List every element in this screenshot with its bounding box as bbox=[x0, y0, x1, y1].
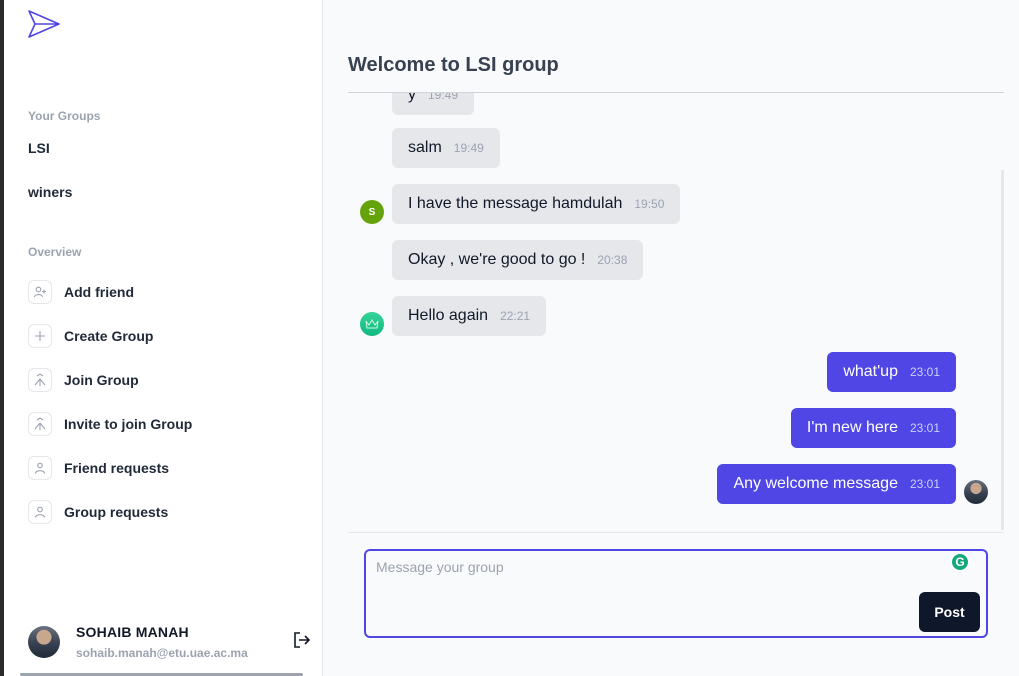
sidebar: Your Groups LSI winers Overview Add frie… bbox=[4, 0, 323, 676]
message-bubble-own: I'm new here 23:01 bbox=[790, 408, 956, 448]
message-time: 23:01 bbox=[909, 421, 940, 435]
message-scrollbar[interactable] bbox=[1001, 170, 1004, 530]
message-bubble: y 19:49 bbox=[392, 93, 475, 115]
message-text: I'm new here bbox=[806, 419, 898, 436]
message-time: 20:38 bbox=[597, 253, 628, 267]
nav-label: Friend requests bbox=[64, 460, 170, 476]
sidebar-group-winers[interactable]: winers bbox=[28, 184, 72, 200]
nav-label: Invite to join Group bbox=[64, 416, 193, 432]
avatar[interactable] bbox=[28, 626, 60, 658]
nav-join-group[interactable]: Join Group bbox=[28, 368, 139, 392]
user-email: sohaib.manah@etu.uae.ac.ma bbox=[76, 646, 248, 660]
nav-label: Group requests bbox=[64, 504, 169, 520]
message-text: salm bbox=[408, 139, 442, 156]
nav-create-group[interactable]: Create Group bbox=[28, 324, 153, 348]
merge-icon bbox=[28, 412, 52, 436]
own-avatar[interactable] bbox=[964, 480, 988, 504]
message-text: y bbox=[408, 93, 416, 103]
user-icon bbox=[28, 500, 52, 524]
user-name: SOHAIB MANAH bbox=[76, 624, 189, 640]
user-plus-icon bbox=[28, 280, 52, 304]
message-bubble: salm 19:49 bbox=[392, 128, 500, 168]
merge-icon bbox=[28, 368, 52, 392]
message-text: I have the message hamdulah bbox=[408, 195, 623, 212]
message-bubble: I have the message hamdulah 19:50 bbox=[392, 184, 681, 224]
message-time: 23:01 bbox=[909, 477, 940, 491]
nav-label: Add friend bbox=[64, 284, 134, 300]
chat-panel: Welcome to LSI group y 19:49 salm 19:49 … bbox=[324, 0, 1019, 676]
user-icon bbox=[28, 456, 52, 480]
message-time: 23:01 bbox=[909, 365, 940, 379]
message-list[interactable]: y 19:49 salm 19:49 S I have the message … bbox=[348, 93, 1004, 532]
user-profile: SOHAIB MANAH sohaib.manah@etu.uae.ac.ma bbox=[28, 622, 310, 662]
grammarly-icon[interactable]: G bbox=[950, 552, 970, 572]
message-composer: G Post bbox=[364, 549, 988, 638]
message-time: 22:21 bbox=[500, 309, 531, 323]
message-text: Any welcome message bbox=[733, 475, 898, 492]
message-bubble: Hello again 22:21 bbox=[392, 296, 547, 336]
message-time: 19:50 bbox=[634, 197, 665, 211]
post-button[interactable]: Post bbox=[919, 592, 980, 632]
message-text: what'up bbox=[843, 363, 898, 380]
crown-icon[interactable] bbox=[360, 312, 384, 336]
message-text: Hello again bbox=[408, 307, 489, 324]
your-groups-label: Your Groups bbox=[28, 109, 101, 123]
page-title: Welcome to LSI group bbox=[348, 54, 559, 76]
plus-icon bbox=[28, 324, 52, 348]
message-bubble: Okay , we're good to go ! 20:38 bbox=[392, 240, 644, 280]
nav-add-friend[interactable]: Add friend bbox=[28, 280, 134, 304]
sender-avatar[interactable]: S bbox=[360, 200, 384, 224]
nav-group-requests[interactable]: Group requests bbox=[28, 500, 168, 524]
sidebar-group-lsi[interactable]: LSI bbox=[28, 140, 50, 156]
nav-invite-to-join-group[interactable]: Invite to join Group bbox=[28, 412, 192, 436]
nav-label: Create Group bbox=[64, 328, 154, 344]
message-bubble-own: Any welcome message 23:01 bbox=[717, 464, 956, 504]
divider bbox=[348, 532, 1004, 533]
message-time: 19:49 bbox=[428, 93, 459, 102]
nav-label: Join Group bbox=[64, 372, 139, 388]
overview-label: Overview bbox=[28, 245, 82, 259]
message-input[interactable] bbox=[376, 559, 936, 629]
message-text: Okay , we're good to go ! bbox=[408, 251, 586, 268]
message-time: 19:49 bbox=[453, 141, 484, 155]
nav-friend-requests[interactable]: Friend requests bbox=[28, 456, 169, 480]
message-bubble-own: what'up 23:01 bbox=[827, 352, 956, 392]
logout-icon[interactable] bbox=[292, 630, 312, 650]
paper-plane-logo-icon[interactable] bbox=[26, 8, 62, 40]
